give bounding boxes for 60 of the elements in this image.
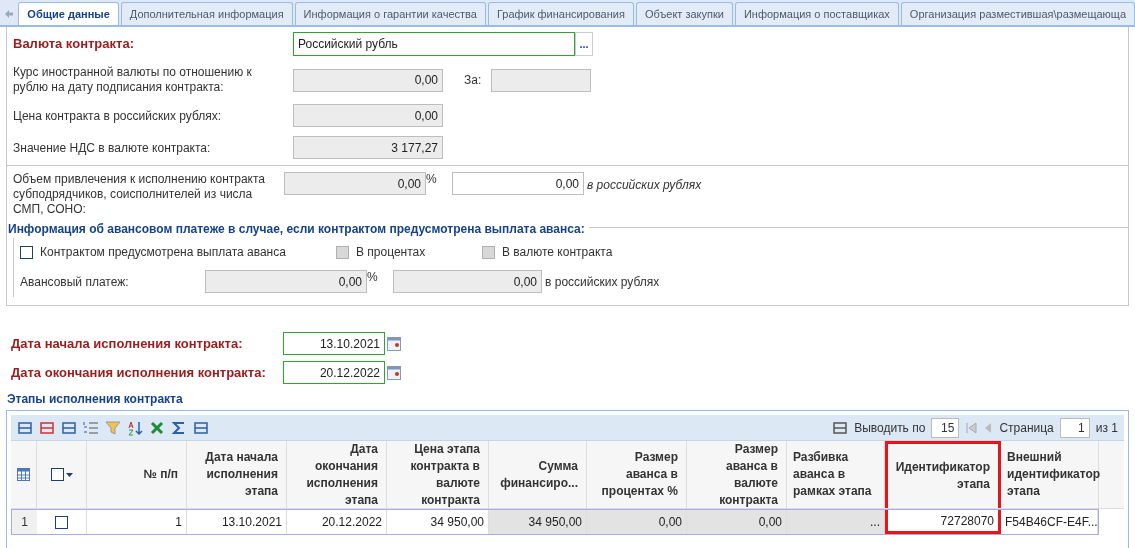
checkbox[interactable] (55, 515, 68, 529)
select-all-checkbox[interactable] (50, 468, 64, 481)
field-label: За: (464, 72, 483, 89)
checkbox-label: В процентах (356, 244, 426, 261)
tab[interactable]: График финансирования (487, 2, 634, 25)
amount-field[interactable]: 0,00 (452, 172, 584, 195)
section-legend: Информация об авансовом платеже в случае, если контрактом предусмотрена выплата аванса: (8, 220, 589, 238)
checkbox[interactable] (20, 245, 33, 259)
unit-label: в российских рублях (545, 273, 660, 291)
pager-label: Выводить по (854, 419, 926, 437)
checkbox-label: В валюте контракта (502, 244, 613, 261)
column-header[interactable]: № п/п (87, 441, 187, 508)
calendar-icon[interactable] (387, 336, 401, 351)
section-title: Этапы исполнения контракта (6, 391, 184, 408)
sort-icon[interactable] (127, 419, 143, 436)
table-cell: 72728070 (885, 510, 1001, 534)
date-field[interactable]: 20.12.2022 (283, 361, 385, 384)
pager-label: из 1 (1095, 419, 1118, 437)
unit-label: % (426, 171, 438, 188)
pager-label: Страница (999, 419, 1054, 437)
field-label: Значение НДС в валюте контракта: (13, 139, 212, 157)
column-header[interactable]: Цена этапа контракта в валюте контракта (387, 441, 489, 508)
sum-icon[interactable] (171, 419, 187, 436)
tab[interactable]: Дополнительная информация (120, 2, 293, 25)
browse-button[interactable]: ... (575, 32, 593, 56)
page-size-field[interactable]: 15 (931, 417, 960, 438)
tab[interactable]: Объект закупки (635, 2, 733, 25)
column-header[interactable]: Сумма финансиро... (489, 441, 587, 508)
field-label: Дата окончания исполнения контракта: (11, 363, 267, 382)
calendar-icon[interactable] (387, 365, 401, 380)
table-cell: 34 950,00 (489, 510, 587, 534)
remove-row-icon[interactable] (39, 419, 55, 436)
grid-icon[interactable] (17, 468, 30, 481)
column-header[interactable]: Внешний идентификатор этапа (1001, 441, 1099, 508)
column-header[interactable]: Дата начала исполнения этапа (187, 441, 287, 508)
field-label: Дата начала исполнения контракта: (11, 334, 244, 353)
tab[interactable]: Информация о гарантии качества (294, 2, 486, 25)
column-header[interactable]: Дата окончания исполнения этапа (287, 441, 387, 508)
tab[interactable]: Общие данные (18, 2, 119, 25)
column-header[interactable]: Размер аванса в валюте контракта (687, 441, 787, 508)
field-label: Валюта контракта: (13, 35, 135, 54)
dropdown-arrow-icon[interactable] (65, 472, 73, 477)
unit-label: в российских рублях (587, 177, 702, 194)
unit-label: % (367, 269, 379, 286)
page-field[interactable]: 1 (1059, 417, 1090, 438)
date-field[interactable]: 13.10.2021 (283, 332, 385, 355)
column-header[interactable]: Разбивка аванса в рамках этапа (787, 441, 885, 508)
field-label: Цена контракта в российских рублях: (13, 107, 223, 125)
table-cell: 0,00 (687, 510, 787, 534)
currency-field[interactable]: Российский рубль (293, 32, 575, 56)
field-label: Курс иностранной валюты по отношению к рублю на дату подписания контракта: (13, 65, 253, 95)
field-label: Объем привлечения к исполнению контракта субподрядчиков, соисполнителей из числа СМП, СОНО: (13, 172, 267, 217)
tab[interactable]: Информация о поставщиках (734, 2, 899, 25)
tab[interactable]: Организация разместившая\размещающа (900, 2, 1135, 25)
field-label: Авансовый платеж: (20, 273, 130, 291)
checkbox-label: Контрактом предусмотрена выплата аванса (40, 244, 286, 261)
table-cell: ... (787, 510, 885, 534)
table-cell: 0,00 (587, 510, 687, 534)
column-header[interactable]: Размер аванса в процентах % (587, 441, 687, 508)
row-number: 1 (12, 510, 37, 534)
